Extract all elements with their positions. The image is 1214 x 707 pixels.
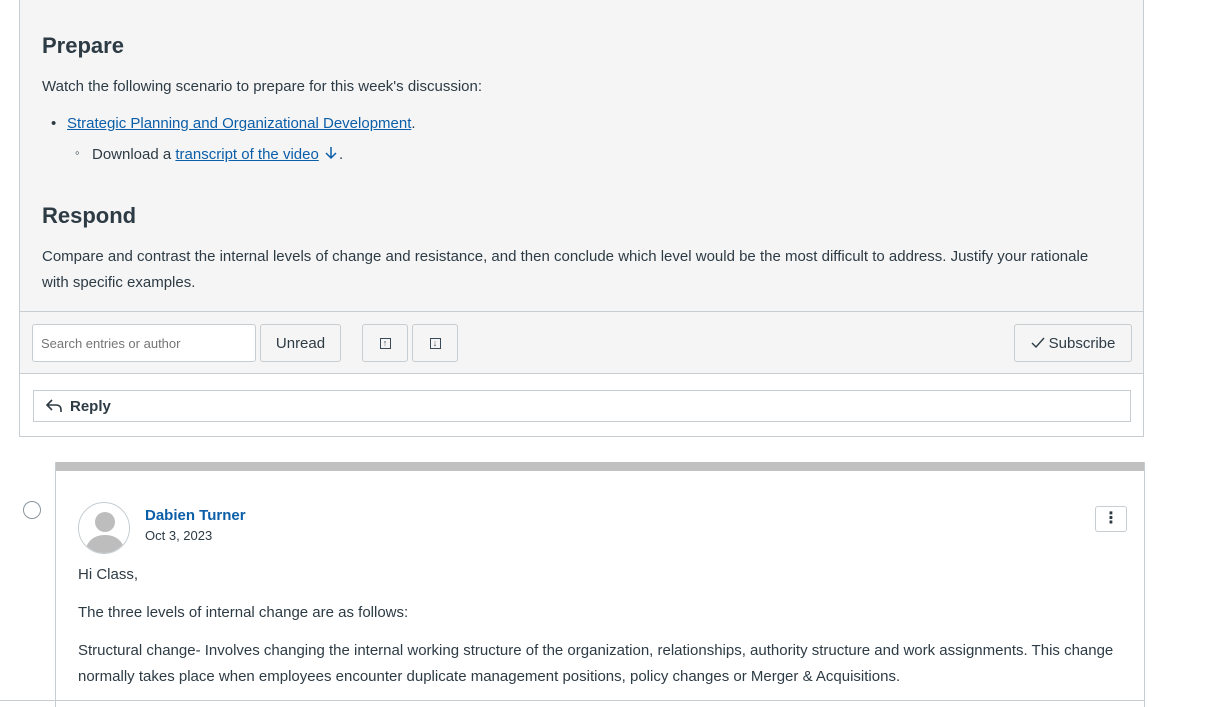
download-item: Download a transcript of the video . — [92, 145, 343, 165]
unread-button[interactable]: Unread — [260, 324, 341, 362]
collapse-all-button[interactable]: ↓ — [412, 324, 458, 362]
kebab-icon: ⋮ — [1103, 510, 1119, 527]
reply-icon — [46, 399, 62, 413]
discussion-topic: Prepare Watch the following scenario to … — [19, 0, 1144, 437]
checkmark-icon — [1031, 337, 1045, 349]
entry-date: Oct 3, 2023 — [145, 528, 213, 543]
transcript-link[interactable]: transcript of the video — [175, 146, 318, 163]
entry-paragraph-1: The three levels of internal change are … — [78, 604, 409, 621]
search-input[interactable] — [32, 324, 256, 362]
bottom-divider — [0, 700, 1144, 701]
avatar[interactable] — [78, 502, 130, 554]
entry-top-bar — [56, 462, 1144, 471]
read-status-radio[interactable] — [23, 501, 41, 519]
reply-label: Reply — [70, 397, 111, 415]
discussion-entry: Dabien Turner Oct 3, 2023 ⋮ Hi Class, Th… — [55, 462, 1145, 707]
subscribe-label: Subscribe — [1048, 334, 1116, 352]
prepare-heading: Prepare — [42, 33, 124, 58]
video-link-item: Strategic Planning and Organizational De… — [67, 115, 416, 132]
expand-all-button[interactable]: ↑ — [362, 324, 408, 362]
entry-greeting: Hi Class, — [78, 566, 139, 583]
discussion-toolbar: Unread ↑ ↓ Subscribe — [20, 311, 1143, 374]
entry-options-button[interactable]: ⋮ — [1095, 506, 1127, 532]
video-link-suffix: . — [411, 115, 416, 132]
arrow-down-icon: ↓ — [429, 337, 441, 349]
respond-heading: Respond — [42, 203, 137, 228]
video-link[interactable]: Strategic Planning and Organizational De… — [67, 115, 411, 132]
subscribe-button[interactable]: Subscribe — [1014, 324, 1132, 362]
arrow-up-icon: ↑ — [379, 337, 391, 349]
prepare-intro: Watch the following scenario to prepare … — [42, 78, 483, 95]
sub-bullet-dot: ◦ — [75, 145, 80, 160]
author-name[interactable]: Dabien Turner — [145, 507, 246, 524]
topic-body: Prepare Watch the following scenario to … — [20, 0, 1143, 311]
respond-text: Compare and contrast the internal levels… — [42, 248, 1089, 291]
download-suffix: . — [338, 145, 344, 163]
reply-button[interactable]: Reply — [33, 390, 1131, 422]
download-prefix: Download a — [92, 145, 176, 163]
download-icon[interactable] — [323, 145, 339, 165]
entry-paragraph-2: Structural change- Involves changing the… — [78, 642, 1114, 685]
bullet-dot: • — [51, 115, 57, 132]
